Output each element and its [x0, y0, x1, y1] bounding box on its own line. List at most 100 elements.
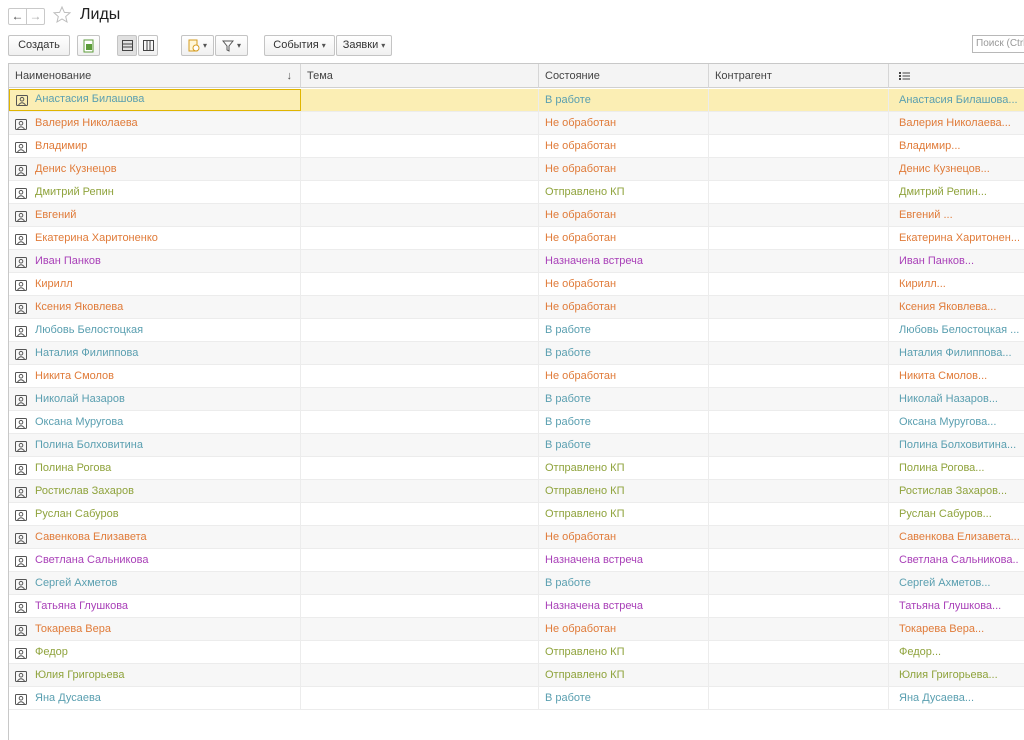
- lead-name-cell[interactable]: Светлана Сальникова: [9, 549, 301, 571]
- column-header-state[interactable]: Состояние: [539, 64, 709, 88]
- filter-dropdown-button[interactable]: ▾: [215, 35, 248, 56]
- search-input[interactable]: Поиск (Ctrl+F): [972, 35, 1024, 53]
- theme-cell[interactable]: [301, 572, 539, 594]
- theme-cell[interactable]: [301, 319, 539, 341]
- table-row[interactable]: Токарева Вера Не обработан Токарева Вера..…: [9, 618, 1024, 641]
- theme-cell[interactable]: [301, 112, 539, 134]
- counterparty-cell[interactable]: [709, 411, 889, 433]
- theme-cell[interactable]: [301, 687, 539, 709]
- counterparty-cell[interactable]: [709, 480, 889, 502]
- counterparty-cell[interactable]: [709, 273, 889, 295]
- counterparty-cell[interactable]: [709, 135, 889, 157]
- lead-name-cell[interactable]: Иван Панков: [9, 250, 301, 272]
- state-cell[interactable]: В работе: [539, 411, 709, 433]
- column-view-button[interactable]: [138, 35, 158, 56]
- theme-cell[interactable]: [301, 158, 539, 180]
- theme-cell[interactable]: [301, 664, 539, 686]
- table-row[interactable]: Валерия Николаева Не обработан Валерия Ник…: [9, 112, 1024, 135]
- counterparty-cell[interactable]: [709, 618, 889, 640]
- theme-cell[interactable]: [301, 388, 539, 410]
- counterparty-cell[interactable]: [709, 549, 889, 571]
- table-row[interactable]: Савенкова Елизавета Не обработан Савенкова…: [9, 526, 1024, 549]
- state-cell[interactable]: В работе: [539, 89, 709, 111]
- lead-name-cell[interactable]: Николай Назаров: [9, 388, 301, 410]
- extra-cell[interactable]: Яна Дусаева...: [889, 687, 1019, 709]
- table-row[interactable]: Светлана Сальникова Назначена встреча Свет…: [9, 549, 1024, 572]
- extra-cell[interactable]: Светлана Сальникова...: [889, 549, 1019, 571]
- copy-button[interactable]: [77, 35, 100, 56]
- table-row[interactable]: Татьяна Глушкова Назначена встреча Татьяна…: [9, 595, 1024, 618]
- counterparty-cell[interactable]: [709, 365, 889, 387]
- column-header-name[interactable]: Наименование ↓: [9, 64, 301, 88]
- table-row[interactable]: Ростислав Захаров Отправлено КП Ростислав …: [9, 480, 1024, 503]
- create-button[interactable]: Создать: [8, 35, 70, 56]
- column-header-theme[interactable]: Тема: [301, 64, 539, 88]
- theme-cell[interactable]: [301, 526, 539, 548]
- extra-cell[interactable]: Денис Кузнецов...: [889, 158, 1019, 180]
- extra-cell[interactable]: Екатерина Харитонен...: [889, 227, 1019, 249]
- table-row[interactable]: Анастасия Билашова В работе Анастасия Била…: [9, 89, 1024, 112]
- extra-cell[interactable]: Николай Назаров...: [889, 388, 1019, 410]
- extra-cell[interactable]: Полина Болховитина...: [889, 434, 1019, 456]
- theme-cell[interactable]: [301, 365, 539, 387]
- theme-cell[interactable]: [301, 135, 539, 157]
- state-cell[interactable]: Не обработан: [539, 135, 709, 157]
- extra-cell[interactable]: Кирилл...: [889, 273, 1019, 295]
- table-row[interactable]: Екатерина Харитоненко Не обработан Екатери…: [9, 227, 1024, 250]
- lead-name-cell[interactable]: Владимир: [9, 135, 301, 157]
- state-cell[interactable]: В работе: [539, 342, 709, 364]
- state-cell[interactable]: Отправлено КП: [539, 503, 709, 525]
- extra-cell[interactable]: Дмитрий Репин...: [889, 181, 1019, 203]
- list-view-button[interactable]: [117, 35, 137, 56]
- state-cell[interactable]: Отправлено КП: [539, 457, 709, 479]
- lead-name-cell[interactable]: Оксана Муругова: [9, 411, 301, 433]
- counterparty-cell[interactable]: [709, 595, 889, 617]
- state-cell[interactable]: В работе: [539, 572, 709, 594]
- table-row[interactable]: Любовь Белостоцкая В работе Любовь Белосто…: [9, 319, 1024, 342]
- favorite-star-icon[interactable]: [52, 5, 72, 25]
- extra-cell[interactable]: Анастасия Билашова...: [889, 89, 1019, 111]
- state-cell[interactable]: Отправлено КП: [539, 181, 709, 203]
- table-row[interactable]: Оксана Муругова В работе Оксана Муругова..…: [9, 411, 1024, 434]
- table-row[interactable]: Полина Болховитина В работе Полина Болхови…: [9, 434, 1024, 457]
- table-row[interactable]: Федор Отправлено КП Федор...: [9, 641, 1024, 664]
- state-cell[interactable]: Отправлено КП: [539, 664, 709, 686]
- extra-cell[interactable]: Сергей Ахметов...: [889, 572, 1019, 594]
- theme-cell[interactable]: [301, 480, 539, 502]
- theme-cell[interactable]: [301, 549, 539, 571]
- requests-dropdown-button[interactable]: Заявки ▾: [336, 35, 392, 56]
- extra-cell[interactable]: Владимир...: [889, 135, 1019, 157]
- lead-name-cell[interactable]: Токарева Вера: [9, 618, 301, 640]
- state-cell[interactable]: В работе: [539, 388, 709, 410]
- theme-cell[interactable]: [301, 641, 539, 663]
- lead-name-cell[interactable]: Татьяна Глушкова: [9, 595, 301, 617]
- theme-cell[interactable]: [301, 618, 539, 640]
- column-header-counterparty[interactable]: Контрагент: [709, 64, 889, 88]
- theme-cell[interactable]: [301, 227, 539, 249]
- state-cell[interactable]: Не обработан: [539, 296, 709, 318]
- counterparty-cell[interactable]: [709, 250, 889, 272]
- state-cell[interactable]: В работе: [539, 319, 709, 341]
- table-row[interactable]: Сергей Ахметов В работе Сергей Ахметов...: [9, 572, 1024, 595]
- lead-name-cell[interactable]: Сергей Ахметов: [9, 572, 301, 594]
- state-cell[interactable]: Отправлено КП: [539, 480, 709, 502]
- report-dropdown-button[interactable]: ▾: [181, 35, 214, 56]
- extra-cell[interactable]: Любовь Белостоцкая ...: [889, 319, 1019, 341]
- state-cell[interactable]: Не обработан: [539, 365, 709, 387]
- forward-arrow-icon[interactable]: →: [26, 8, 45, 25]
- state-cell[interactable]: Назначена встреча: [539, 549, 709, 571]
- counterparty-cell[interactable]: [709, 572, 889, 594]
- extra-cell[interactable]: Савенкова Елизавета...: [889, 526, 1019, 548]
- table-row[interactable]: Николай Назаров В работе Николай Назаров..…: [9, 388, 1024, 411]
- theme-cell[interactable]: [301, 342, 539, 364]
- counterparty-cell[interactable]: [709, 227, 889, 249]
- table-row[interactable]: Денис Кузнецов Не обработан Денис Кузнецов…: [9, 158, 1024, 181]
- state-cell[interactable]: Не обработан: [539, 204, 709, 226]
- theme-cell[interactable]: [301, 273, 539, 295]
- counterparty-cell[interactable]: [709, 319, 889, 341]
- extra-cell[interactable]: Юлия Григорьева...: [889, 664, 1019, 686]
- table-row[interactable]: Ксения Яковлева Не обработан Ксения Яковле…: [9, 296, 1024, 319]
- counterparty-cell[interactable]: [709, 687, 889, 709]
- theme-cell[interactable]: [301, 89, 539, 111]
- counterparty-cell[interactable]: [709, 181, 889, 203]
